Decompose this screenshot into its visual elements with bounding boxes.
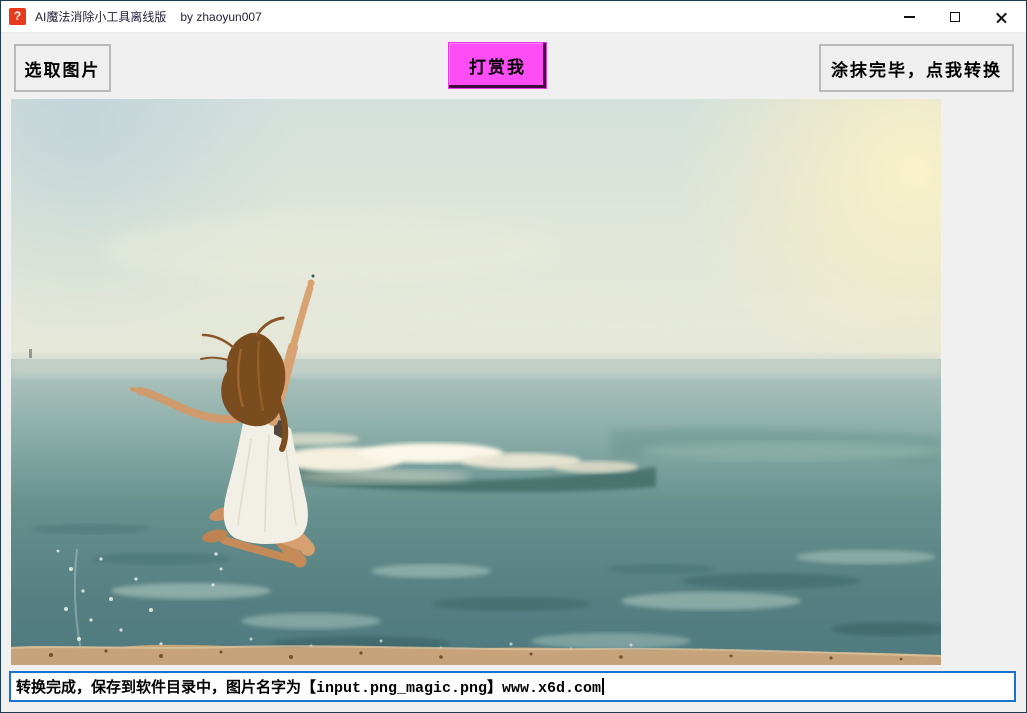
convert-button[interactable]: 涂抹完毕，点我转换 xyxy=(819,44,1014,92)
minimize-button[interactable] xyxy=(886,1,932,33)
app-icon: ? xyxy=(9,8,26,25)
window-controls xyxy=(886,1,1024,33)
title-bar: ? AI魔法消除小工具离线版 by zhaoyun007 xyxy=(1,1,1026,33)
photo-canvas[interactable] xyxy=(11,99,941,665)
donate-button[interactable]: 打赏我 xyxy=(448,42,547,89)
text-cursor xyxy=(602,678,604,695)
close-button[interactable] xyxy=(978,1,1024,33)
minimize-icon xyxy=(904,16,915,18)
status-text-input[interactable]: 转换完成，保存到软件目录中，图片名字为【input.png_magic.png】… xyxy=(9,671,1016,702)
window-title: AI魔法消除小工具离线版 xyxy=(35,8,166,25)
app-window: ? AI魔法消除小工具离线版 by zhaoyun007 选取图片 打赏我 涂抹… xyxy=(0,0,1027,713)
window-subtitle: by zhaoyun007 xyxy=(180,10,261,24)
beach-jump-photo xyxy=(11,99,941,665)
close-icon xyxy=(995,11,1008,24)
maximize-icon xyxy=(950,12,960,22)
status-text: 转换完成，保存到软件目录中，图片名字为【input.png_magic.png】… xyxy=(16,676,601,697)
select-image-button[interactable]: 选取图片 xyxy=(14,44,111,92)
maximize-button[interactable] xyxy=(932,1,978,33)
